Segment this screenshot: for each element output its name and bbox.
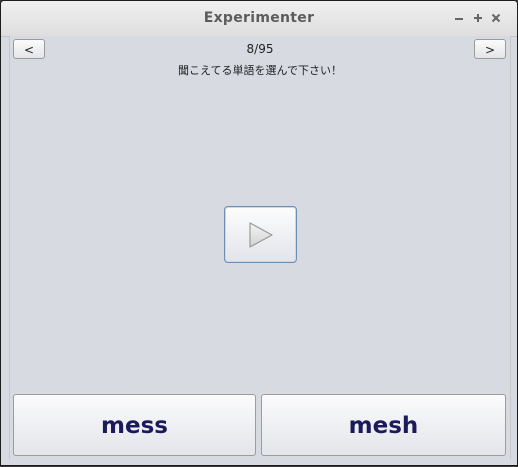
play-button[interactable] <box>224 206 297 263</box>
window-title: Experimenter <box>203 10 315 26</box>
progress-counter: 8/95 <box>246 42 274 56</box>
next-button[interactable]: > <box>474 39 506 59</box>
choice-button-mesh[interactable]: mesh <box>261 394 506 456</box>
play-icon <box>249 222 273 248</box>
choice-button-mess[interactable]: mess <box>13 394 256 456</box>
app-window: Experimenter < 8/95 > 聞こえてる単語を選んで下さい！ me… <box>0 0 518 466</box>
instruction-text: 聞こえてる単語を選んで下さい！ <box>178 64 342 77</box>
main-panel: < 8/95 > 聞こえてる単語を選んで下さい！ mess mesh <box>9 36 511 459</box>
minimize-icon[interactable] <box>452 11 466 25</box>
close-icon[interactable] <box>489 11 503 25</box>
maximize-icon[interactable] <box>471 11 485 25</box>
title-bar[interactable]: Experimenter <box>1 1 517 37</box>
